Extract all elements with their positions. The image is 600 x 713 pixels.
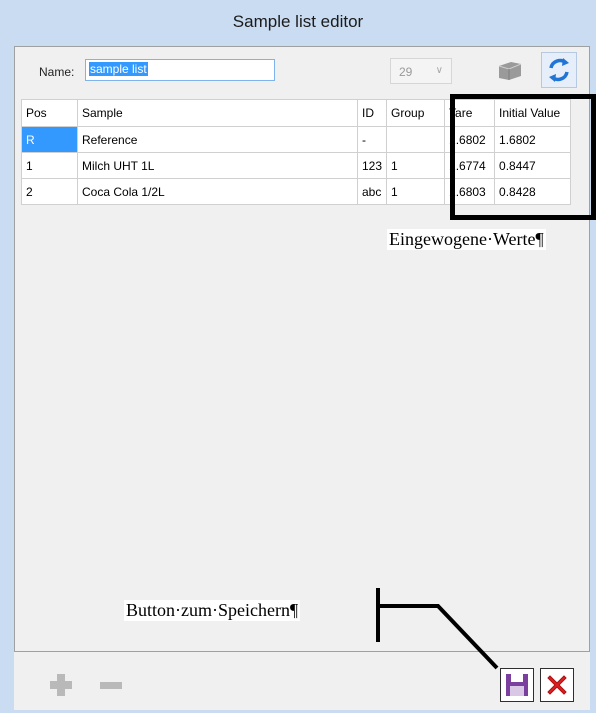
cell-id[interactable]: abc (356, 178, 388, 205)
number-select-value: 29 (399, 65, 413, 79)
weighed-values-caption: Eingewogene·Werte¶ (387, 229, 546, 250)
name-input[interactable]: sample list (85, 59, 275, 81)
number-select[interactable]: 29 ∨ (390, 58, 452, 84)
cell-group[interactable] (386, 126, 446, 153)
save-button[interactable] (500, 668, 534, 702)
add-row-button[interactable] (44, 668, 78, 702)
cancel-button[interactable] (540, 668, 574, 702)
cell-group[interactable]: 1 (386, 178, 446, 205)
column-header-pos[interactable]: Pos (21, 99, 78, 127)
command-button[interactable] (491, 52, 527, 88)
cell-pos[interactable]: 2 (21, 178, 78, 205)
cell-id[interactable]: - (356, 126, 388, 153)
cell-sample[interactable]: Reference (77, 126, 358, 153)
cell-sample[interactable]: Milch UHT 1L (77, 152, 358, 179)
save-button-caption: Button·zum·Speichern¶ (124, 600, 301, 621)
minus-icon (100, 682, 122, 689)
floppy-disk-icon (506, 674, 528, 696)
chevron-down-icon: ∨ (435, 65, 443, 76)
weighed-values-highlight (450, 94, 596, 220)
cell-group[interactable]: 1 (386, 152, 446, 179)
cell-pos[interactable]: 1 (21, 152, 78, 179)
refresh-icon (549, 58, 569, 82)
cell-sample[interactable]: Coca Cola 1/2L (77, 178, 358, 205)
red-x-icon (547, 675, 567, 695)
window-title: Sample list editor (4, 0, 592, 46)
column-header-group[interactable]: Group (386, 99, 446, 127)
cell-pos[interactable]: R (21, 126, 78, 153)
command-icon (498, 62, 522, 80)
column-header-id[interactable]: ID (356, 99, 388, 127)
name-label: Name: (39, 65, 75, 79)
bottom-toolbar (14, 652, 590, 710)
refresh-button[interactable] (541, 52, 577, 88)
cell-id[interactable]: 123 (356, 152, 388, 179)
plus-icon (50, 674, 72, 696)
remove-row-button[interactable] (94, 668, 128, 702)
column-header-sample[interactable]: Sample (77, 99, 358, 127)
name-input-value: sample list (89, 62, 148, 76)
